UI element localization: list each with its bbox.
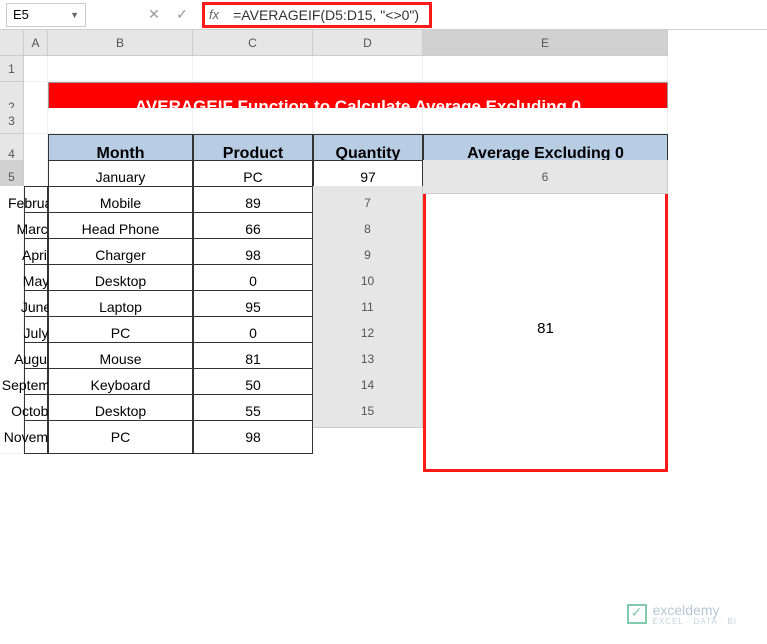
cell[interactable] <box>423 56 668 82</box>
cell[interactable] <box>313 108 423 134</box>
formula-bar-input[interactable]: =AVERAGEIF(D5:D15, "<>0") <box>233 7 419 23</box>
formula-bar-row: E5 ▼ ✕ ✓ fx =AVERAGEIF(D5:D15, "<>0") <box>0 0 767 30</box>
row-header[interactable]: 1 <box>0 56 24 82</box>
name-box[interactable]: E5 ▼ <box>6 3 86 27</box>
table-cell[interactable]: PC <box>48 420 193 454</box>
cancel-icon[interactable]: ✕ <box>146 6 162 23</box>
brand-logo-icon <box>627 604 647 624</box>
col-header[interactable]: C <box>193 30 313 56</box>
watermark: exceldemy EXCEL · DATA · BI <box>627 602 737 626</box>
col-header[interactable]: E <box>423 30 668 56</box>
cell[interactable] <box>24 56 48 82</box>
enter-icon[interactable]: ✓ <box>174 6 190 23</box>
row-header[interactable]: 6 <box>423 160 668 194</box>
col-header[interactable]: D <box>313 30 423 56</box>
col-header[interactable]: A <box>24 30 48 56</box>
cell[interactable] <box>24 108 48 134</box>
cell[interactable] <box>193 108 313 134</box>
chevron-down-icon[interactable]: ▼ <box>70 10 79 20</box>
table-cell[interactable]: 98 <box>193 420 313 454</box>
formula-controls: ✕ ✓ fx =AVERAGEIF(D5:D15, "<>0") <box>146 2 432 28</box>
cell[interactable] <box>193 56 313 82</box>
col-header[interactable]: B <box>48 30 193 56</box>
cell[interactable] <box>423 108 668 134</box>
spreadsheet-grid[interactable]: A B C D E 1 2 AVERAGEIF Function to Calc… <box>0 30 767 472</box>
cell[interactable] <box>48 108 193 134</box>
table-cell[interactable]: November <box>24 420 48 454</box>
name-box-value: E5 <box>13 7 29 22</box>
fx-icon[interactable]: fx <box>209 7 219 22</box>
cell[interactable] <box>48 56 193 82</box>
select-all-corner[interactable] <box>0 30 24 56</box>
brand-tagline: EXCEL · DATA · BI <box>653 617 737 626</box>
row-header[interactable]: 3 <box>0 108 24 134</box>
cell[interactable] <box>313 56 423 82</box>
brand-name: exceldemy <box>653 602 720 618</box>
formula-bar-highlight: fx =AVERAGEIF(D5:D15, "<>0") <box>202 2 432 28</box>
row-header[interactable]: 15 <box>313 394 423 428</box>
average-result-cell[interactable]: 81 <box>423 186 668 472</box>
